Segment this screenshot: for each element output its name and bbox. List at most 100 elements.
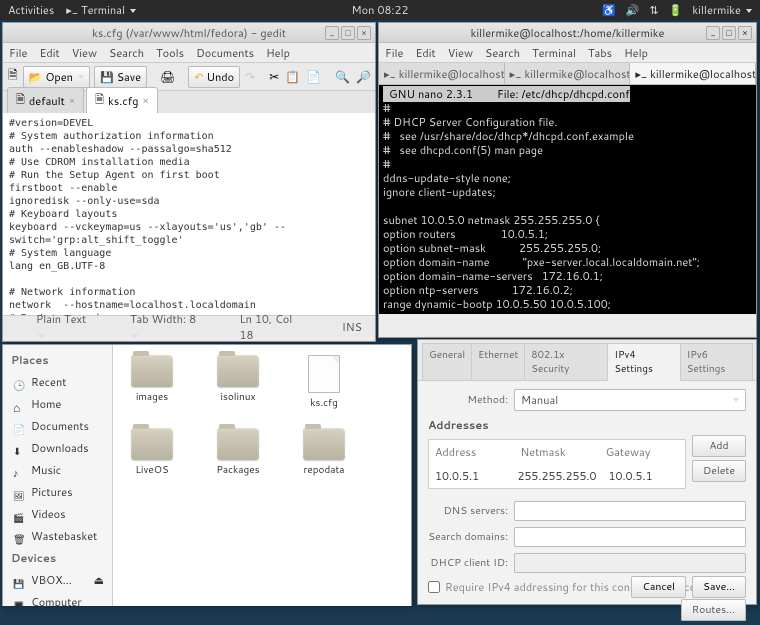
terminal-titlebar[interactable]: killermike@localhost:/home/killermike _ … xyxy=(379,23,756,43)
menu-view[interactable]: View xyxy=(448,45,473,61)
add-button[interactable]: Add xyxy=(692,435,746,457)
sidebar-item-computer[interactable]: Computer xyxy=(3,591,112,606)
terminal-tab-1[interactable]: ▸_killermike@localhost:/...× xyxy=(379,63,505,84)
dns-input[interactable] xyxy=(514,501,746,521)
file-item-kscfg[interactable]: ks.cfg xyxy=(295,355,353,410)
tab-ipv6[interactable]: IPv6 Settings xyxy=(680,343,753,380)
menu-search[interactable]: Search xyxy=(109,45,144,61)
clock[interactable]: Mon 08:22 xyxy=(352,2,409,18)
downloads-icon xyxy=(13,443,26,454)
dhcp-client-input xyxy=(514,553,746,573)
tab-8021x[interactable]: 802.1x Security xyxy=(524,343,608,380)
folder-icon xyxy=(217,355,259,387)
sidebar-item-documents[interactable]: Documents xyxy=(3,415,112,437)
open-button[interactable]: 📂Open xyxy=(23,66,90,88)
minimize-button[interactable]: _ xyxy=(706,26,720,40)
close-button[interactable]: × xyxy=(357,26,371,40)
folder-icon xyxy=(217,428,259,460)
menu-help[interactable]: Help xyxy=(266,45,290,61)
accessibility-icon[interactable]: ♿ xyxy=(602,2,616,18)
volume-icon[interactable]: 🔊 xyxy=(626,2,640,18)
menu-view[interactable]: View xyxy=(72,45,97,61)
file-item-packages[interactable]: Packages xyxy=(209,428,267,477)
menu-tools[interactable]: Tools xyxy=(156,45,184,61)
menu-edit[interactable]: Edit xyxy=(415,45,435,61)
user-menu[interactable]: killermike xyxy=(692,2,752,18)
replace-icon[interactable]: 🔎 xyxy=(355,67,372,87)
terminal-icon: ▸_ xyxy=(510,66,522,82)
network-icon[interactable]: ⇅ xyxy=(649,2,658,18)
print-icon[interactable]: 🖨 xyxy=(159,67,176,87)
search-domains-input[interactable] xyxy=(514,527,746,547)
editor-textarea[interactable]: #version=DEVEL # System authorization in… xyxy=(3,113,375,315)
sidebar-item-recent[interactable]: Recent xyxy=(3,371,112,393)
sidebar-label: Music xyxy=(31,462,61,478)
undo-button[interactable]: ↶Undo xyxy=(188,66,240,88)
paste-icon[interactable]: 📄 xyxy=(305,67,322,87)
files-iconview[interactable]: images isolinux ks.cfg LiveOS Packages r… xyxy=(113,345,411,606)
sidebar-item-trash[interactable]: Wastebasket xyxy=(3,525,112,547)
menu-tabs[interactable]: Tabs xyxy=(588,45,612,61)
menu-file[interactable]: File xyxy=(385,45,403,61)
gedit-titlebar[interactable]: ks.cfg (/var/www/html/fedora) - gedit _ … xyxy=(3,23,375,43)
method-select[interactable]: Manual xyxy=(514,389,746,411)
terminal-tab-3[interactable]: ▸_killermike@localhost:/...× xyxy=(630,63,756,84)
tab-label: ks.cfg xyxy=(108,93,138,109)
close-button[interactable]: × xyxy=(738,26,752,40)
activities-button[interactable]: Activities xyxy=(8,2,54,18)
tabwidth-selector[interactable]: Tab Width: 8 xyxy=(123,308,212,346)
redo-icon[interactable]: ↷ xyxy=(244,67,256,87)
maximize-button[interactable]: □ xyxy=(341,26,355,40)
maximize-button[interactable]: □ xyxy=(722,26,736,40)
terminal-tab-2[interactable]: ▸_killermike@localhost:/...× xyxy=(505,63,631,84)
music-icon xyxy=(13,465,26,476)
save-button[interactable]: 💾Save xyxy=(94,66,147,88)
tab-ipv4[interactable]: IPv4 Settings xyxy=(607,343,680,381)
file-icon xyxy=(308,355,340,393)
menu-documents[interactable]: Documents xyxy=(196,45,254,61)
minimize-button[interactable]: _ xyxy=(325,26,339,40)
terminal-content[interactable]: GNU nano 2.3.1 File: /etc/dhcp/dhcpd.con… xyxy=(379,85,756,314)
file-item-isolinux[interactable]: isolinux xyxy=(209,355,267,410)
find-icon[interactable]: 🔍 xyxy=(334,67,351,87)
computer-icon xyxy=(13,597,26,607)
menu-search[interactable]: Search xyxy=(485,45,520,61)
tab-label: default xyxy=(29,93,65,109)
save-label: Save xyxy=(117,69,141,85)
syntax-selector[interactable]: Plain Text xyxy=(29,308,103,346)
cell-netmask: 255.255.255.0 xyxy=(511,464,602,488)
delete-button[interactable]: Delete xyxy=(692,460,746,482)
menu-help[interactable]: Help xyxy=(624,45,648,61)
checkbox[interactable] xyxy=(428,581,440,593)
cancel-button[interactable]: Cancel xyxy=(631,576,686,598)
eject-icon[interactable]: ⏏ xyxy=(94,572,104,588)
menu-edit[interactable]: Edit xyxy=(39,45,59,61)
menu-file[interactable]: File xyxy=(9,45,27,61)
file-tab-kscfg[interactable]: 🗎ks.cfg× xyxy=(86,87,158,113)
tab-general[interactable]: General xyxy=(422,343,472,380)
file-label: ks.cfg xyxy=(295,396,353,410)
sidebar-item-music[interactable]: Music xyxy=(3,459,112,481)
file-item-liveos[interactable]: LiveOS xyxy=(123,428,181,477)
tab-ethernet[interactable]: Ethernet xyxy=(471,343,525,380)
sidebar-item-downloads[interactable]: Downloads xyxy=(3,437,112,459)
routes-button[interactable]: Routes... xyxy=(681,599,746,621)
file-item-images[interactable]: images xyxy=(123,355,181,410)
save-button[interactable]: Save... xyxy=(692,576,746,598)
menu-terminal[interactable]: Terminal xyxy=(532,45,576,61)
sidebar-item-videos[interactable]: Videos xyxy=(3,503,112,525)
new-file-icon[interactable]: 🗎 xyxy=(7,67,19,87)
copy-icon[interactable]: 📋 xyxy=(284,67,301,87)
chevron-down-icon xyxy=(746,9,752,13)
file-item-repodata[interactable]: repodata xyxy=(295,428,353,477)
sidebar-item-pictures[interactable]: Pictures xyxy=(3,481,112,503)
current-app[interactable]: ▸_ Terminal xyxy=(66,2,136,18)
close-icon[interactable]: × xyxy=(69,94,75,108)
close-icon[interactable]: × xyxy=(142,94,148,108)
table-row[interactable]: 10.0.5.1 255.255.255.0 10.0.5.1 xyxy=(429,464,685,488)
file-tab-default[interactable]: 🗎default× xyxy=(7,87,84,113)
sidebar-item-vbox[interactable]: VBOX...⏏ xyxy=(3,569,112,591)
cut-icon[interactable]: ✂ xyxy=(268,67,280,87)
sidebar-item-home[interactable]: Home xyxy=(3,393,112,415)
battery-icon[interactable]: 🔋 xyxy=(669,2,683,18)
